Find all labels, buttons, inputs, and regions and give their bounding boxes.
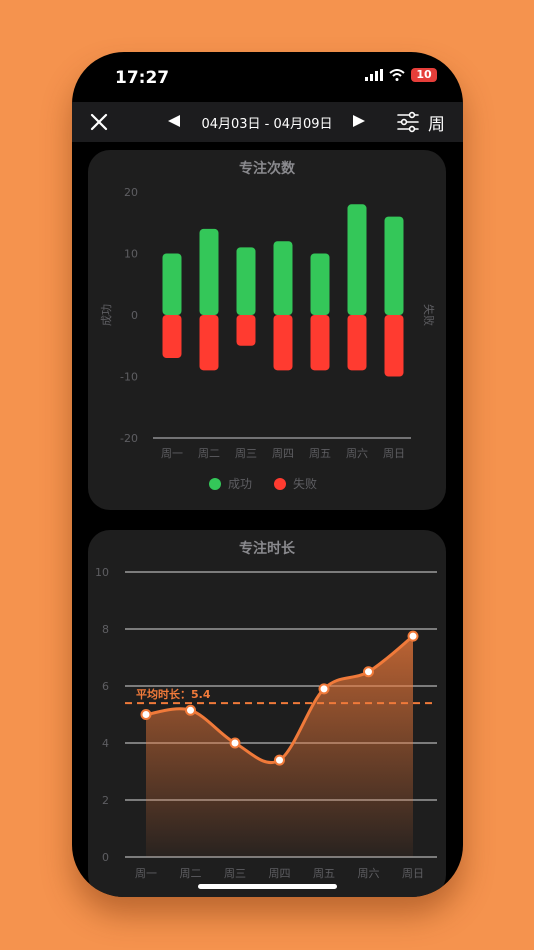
y-tick-label: 20 xyxy=(124,186,138,199)
triangle-right-icon[interactable] xyxy=(351,113,367,129)
y-tick-label: 6 xyxy=(102,680,109,693)
x-tick-label: 周日 xyxy=(383,447,405,460)
x-tick-label: 周二 xyxy=(180,867,202,880)
x-tick-label: 周六 xyxy=(346,447,368,460)
data-point xyxy=(185,704,196,716)
bar-success xyxy=(162,253,182,315)
wifi-icon xyxy=(389,69,405,81)
nav-bar: 04月03日 - 04月09日 周 xyxy=(72,102,463,142)
x-tick-label: 周三 xyxy=(235,447,257,460)
x-tick-label: 周一 xyxy=(161,447,183,460)
bar-failure xyxy=(236,315,256,346)
legend-label: 失败 xyxy=(293,476,317,491)
bar-success xyxy=(236,247,256,315)
data-point xyxy=(229,737,241,749)
y-tick-label: 8 xyxy=(102,623,109,636)
bar-failure xyxy=(162,315,182,359)
y-tick-label: 0 xyxy=(131,309,138,322)
legend-marker xyxy=(209,478,221,490)
battery-level: 10 xyxy=(411,68,437,82)
triangle-left-icon[interactable] xyxy=(166,113,182,129)
signal-icon xyxy=(365,69,383,81)
legend-label: 成功 xyxy=(228,477,252,491)
status-icons: 10 xyxy=(365,68,437,82)
y-tick-label: 10 xyxy=(95,566,109,579)
average-label: 平均时长：5.4 xyxy=(136,687,211,701)
close-icon[interactable] xyxy=(88,111,110,133)
bar-success xyxy=(199,228,219,315)
bar-failure xyxy=(384,315,404,377)
x-tick-label: 周六 xyxy=(358,867,380,880)
y-tick-label: 4 xyxy=(102,737,109,750)
focus-duration-card: 专注时长 0 2 4 6 8 10 平均时长：5.4 周一 周二 周三 周四 周五 周六 周日 xyxy=(88,530,446,897)
y-axis-label-left: 成功 xyxy=(100,304,113,326)
legend-marker xyxy=(274,478,286,490)
x-tick-label: 周五 xyxy=(313,867,335,880)
focus-count-card: 专注次数 20 10 0 -10 -20 成功 失败 周一 周二 周三 周四 周五 周六 周日 成功 失败 xyxy=(88,150,446,510)
data-point xyxy=(407,630,419,642)
x-tick-label: 周日 xyxy=(402,867,424,880)
bar-success xyxy=(310,253,330,315)
bar-success xyxy=(273,241,293,315)
bar-success xyxy=(384,216,404,315)
data-point xyxy=(318,683,330,695)
y-tick-label: 2 xyxy=(102,794,109,807)
x-tick-label: 周一 xyxy=(135,867,157,880)
bar-failure xyxy=(310,315,330,371)
period-selector[interactable]: 周 xyxy=(428,110,445,135)
focus-duration-chart: 0 2 4 6 8 10 平均时长：5.4 周一 周二 周三 周四 周五 周六 周日 xyxy=(95,566,437,880)
y-axis-label-right: 失败 xyxy=(422,304,436,326)
bar-success xyxy=(347,204,367,315)
y-tick-label: 10 xyxy=(124,248,138,261)
y-tick-label: 0 xyxy=(102,851,109,864)
y-tick-label: -20 xyxy=(120,432,138,445)
data-point xyxy=(363,666,374,678)
x-tick-label: 周五 xyxy=(309,447,331,460)
focus-count-chart: 20100-10-20成功 失败周一 周二 周三 周四 周五 周六 周日成功 失败 xyxy=(100,186,436,491)
data-point xyxy=(140,709,152,720)
status-time: 17:27 xyxy=(115,68,170,88)
x-tick-label: 周四 xyxy=(269,867,291,880)
bar-failure xyxy=(199,315,219,371)
phone-frame: 17:27 10 04月03日 - 04月09日 周 专注次数 20 10 0 … xyxy=(72,52,463,897)
bar-failure xyxy=(273,315,293,371)
data-point xyxy=(274,754,285,766)
x-tick-label: 周四 xyxy=(272,447,294,460)
y-tick-label: -10 xyxy=(120,371,138,384)
sliders-icon[interactable] xyxy=(396,110,420,134)
home-indicator[interactable] xyxy=(198,884,337,889)
bar-failure xyxy=(347,315,367,371)
date-range[interactable]: 04月03日 - 04月09日 xyxy=(184,113,350,132)
x-tick-label: 周三 xyxy=(224,867,246,880)
status-bar: 17:27 10 xyxy=(72,52,463,102)
x-tick-label: 周二 xyxy=(198,447,220,460)
